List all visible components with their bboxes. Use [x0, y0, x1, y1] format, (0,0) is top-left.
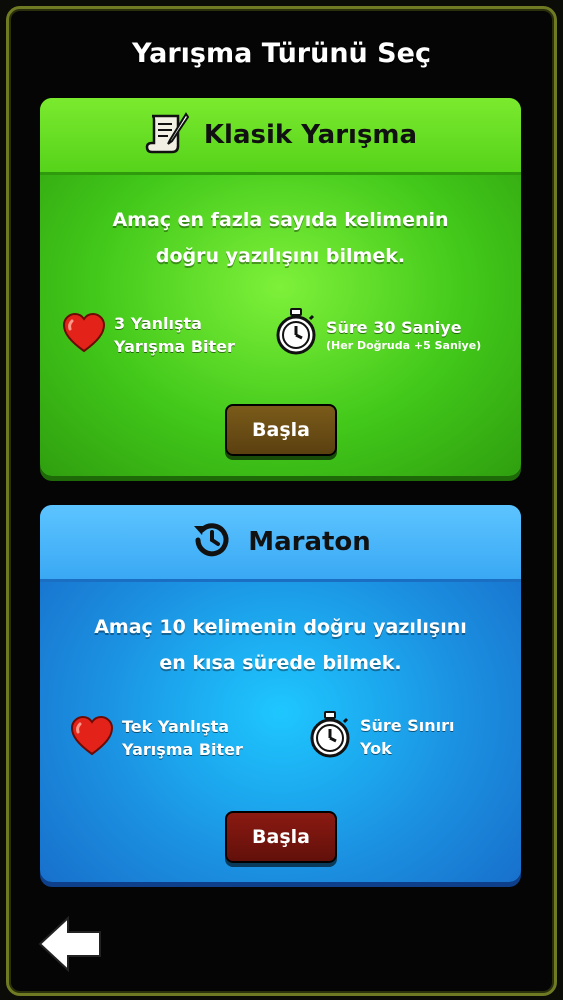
- marathon-start-button[interactable]: Başla: [225, 811, 337, 863]
- classic-time-line1: Süre 30 Saniye: [326, 318, 462, 337]
- marathon-card-title: Maraton: [248, 527, 371, 557]
- marathon-time-line1: Süre Sınırı: [360, 716, 455, 735]
- classic-description-line2: doğru yazılışını bilmek.: [155, 245, 406, 267]
- timer-restart-icon: [190, 518, 234, 566]
- back-button[interactable]: [38, 915, 104, 973]
- scroll-quill-icon: [144, 110, 190, 160]
- marathon-description-line1: Amaç 10 kelimenin doğru yazılışını: [94, 616, 467, 638]
- marathon-lives-line2: Yarışma Biter: [122, 740, 243, 759]
- stopwatch-icon: [274, 308, 318, 360]
- page-title: Yarışma Türünü Seç: [132, 38, 431, 69]
- heart-icon: [62, 312, 106, 357]
- classic-description-line1: Amaç en fazla sayıda kelimenin: [112, 209, 449, 231]
- heart-icon: [70, 715, 114, 760]
- classic-lives-info: 3 Yanlışta Yarışma Biter: [62, 312, 235, 358]
- marathon-description: Amaç 10 kelimenin doğru yazılışını en kı…: [40, 609, 521, 681]
- marathon-lives-line1: Tek Yanlışta: [122, 717, 230, 736]
- classic-start-button[interactable]: Başla: [225, 404, 337, 456]
- marathon-time-line2: Yok: [360, 739, 392, 758]
- classic-time-info: Süre 30 Saniye (Her Doğruda +5 Saniye): [274, 308, 481, 360]
- classic-card-header: Klasik Yarışma: [40, 98, 521, 175]
- marathon-lives-info: Tek Yanlışta Yarışma Biter: [70, 715, 243, 761]
- marathon-time-info: Süre Sınırı Yok: [308, 711, 454, 763]
- classic-mode-card[interactable]: Klasik Yarışma Amaç en fazla sayıda keli…: [40, 98, 521, 476]
- marathon-mode-card[interactable]: Maraton Amaç 10 kelimenin doğru yazılışı…: [40, 505, 521, 882]
- stopwatch-icon: [308, 711, 352, 763]
- classic-lives-line1: 3 Yanlışta: [114, 314, 202, 333]
- marathon-card-header: Maraton: [40, 505, 521, 582]
- marathon-description-line2: en kısa sürede bilmek.: [159, 652, 402, 674]
- classic-time-line2: (Her Doğruda +5 Saniye): [326, 339, 482, 352]
- classic-lives-line2: Yarışma Biter: [114, 337, 235, 356]
- classic-description: Amaç en fazla sayıda kelimenin doğru yaz…: [40, 202, 521, 274]
- back-arrow-icon: [38, 915, 104, 976]
- classic-card-title: Klasik Yarışma: [203, 120, 418, 150]
